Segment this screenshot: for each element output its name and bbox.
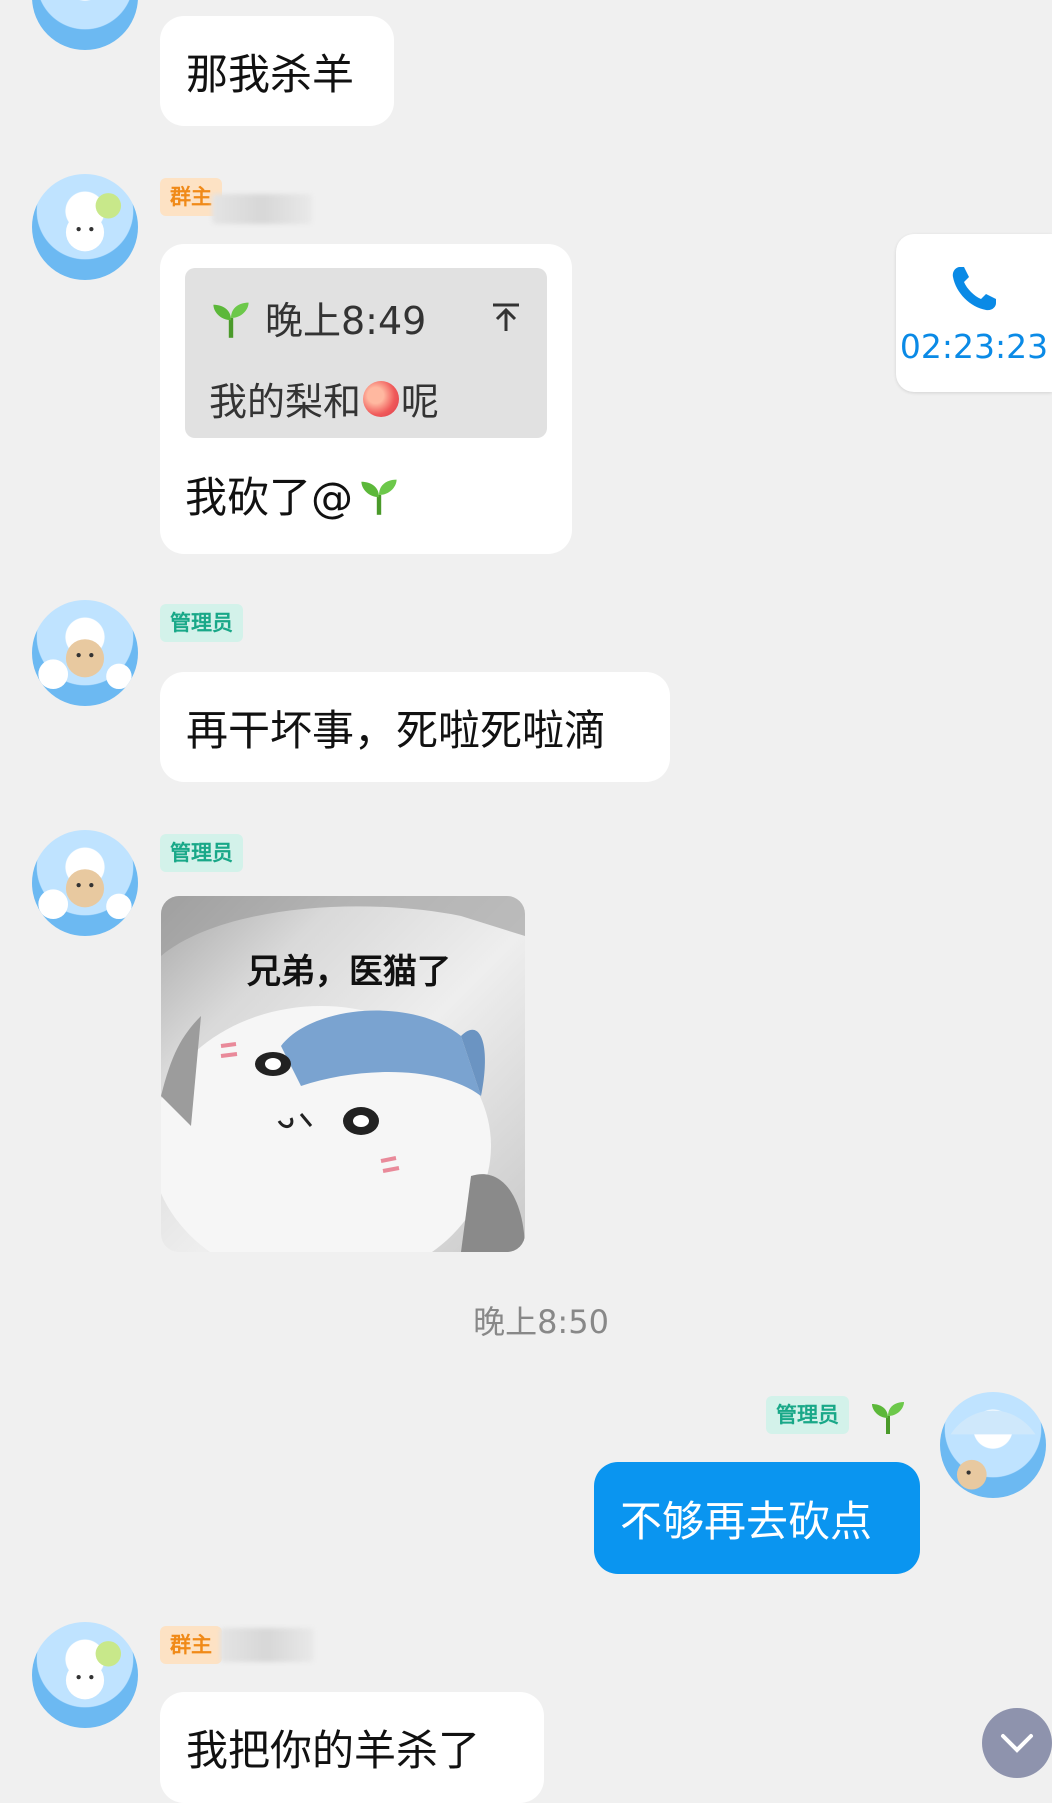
message-text: 那我杀羊 — [186, 49, 355, 99]
avatar-owner[interactable] — [32, 1622, 138, 1728]
avatar-owner[interactable] — [32, 174, 138, 280]
phone-icon — [952, 266, 996, 310]
message-bubble[interactable]: 我把你的羊杀了 — [160, 1692, 544, 1803]
message-bubble[interactable]: 那我杀羊 — [160, 16, 394, 126]
sticker-image[interactable]: 兄弟，医猫了 — [161, 896, 525, 1252]
quote-text-suffix: 呢 — [401, 380, 440, 424]
sprout-icon — [213, 302, 249, 338]
scroll-to-bottom-button[interactable] — [982, 1708, 1052, 1778]
sender-name-blurred — [220, 1628, 314, 1662]
chevron-down-icon — [1001, 1734, 1033, 1753]
message-text: 我砍了@ — [185, 473, 354, 522]
owner-badge: 群主 — [160, 1626, 222, 1664]
message-text: 不够再去砍点 — [620, 1496, 873, 1546]
call-duration: 02:23:23 — [899, 326, 1049, 366]
message-text: 再干坏事，死啦死啦滴 — [186, 705, 607, 755]
admin-badge: 管理员 — [160, 834, 243, 872]
sprout-icon — [872, 1402, 904, 1434]
time-separator: 晚上8:50 — [473, 1303, 609, 1341]
message-bubble-with-quote[interactable]: 晚上8:49 我的梨和 呢 我砍了@ — [160, 244, 572, 554]
pin-to-top-icon[interactable] — [489, 301, 523, 335]
avatar-partial-top[interactable] — [32, 0, 138, 50]
avatar-admin[interactable] — [32, 600, 138, 706]
peach-emoji — [363, 380, 400, 417]
avatar-admin[interactable] — [32, 830, 138, 936]
sender-name-blurred — [212, 194, 312, 224]
quote-time: 晚上8:49 — [265, 299, 427, 343]
quoted-message[interactable]: 晚上8:49 我的梨和 呢 — [185, 268, 547, 438]
sprout-icon — [361, 479, 397, 515]
avatar-self[interactable] — [940, 1392, 1046, 1498]
message-bubble[interactable]: 再干坏事，死啦死啦滴 — [160, 672, 670, 782]
admin-badge: 管理员 — [766, 1396, 849, 1434]
admin-badge: 管理员 — [160, 604, 243, 642]
sticker-caption: 兄弟，医猫了 — [247, 952, 451, 992]
message-bubble-self[interactable]: 不够再去砍点 — [594, 1462, 920, 1574]
voice-call-card[interactable]: 02:23:23 — [896, 234, 1052, 392]
quote-text: 我的梨和 — [209, 380, 362, 424]
message-text: 我把你的羊杀了 — [186, 1726, 481, 1775]
